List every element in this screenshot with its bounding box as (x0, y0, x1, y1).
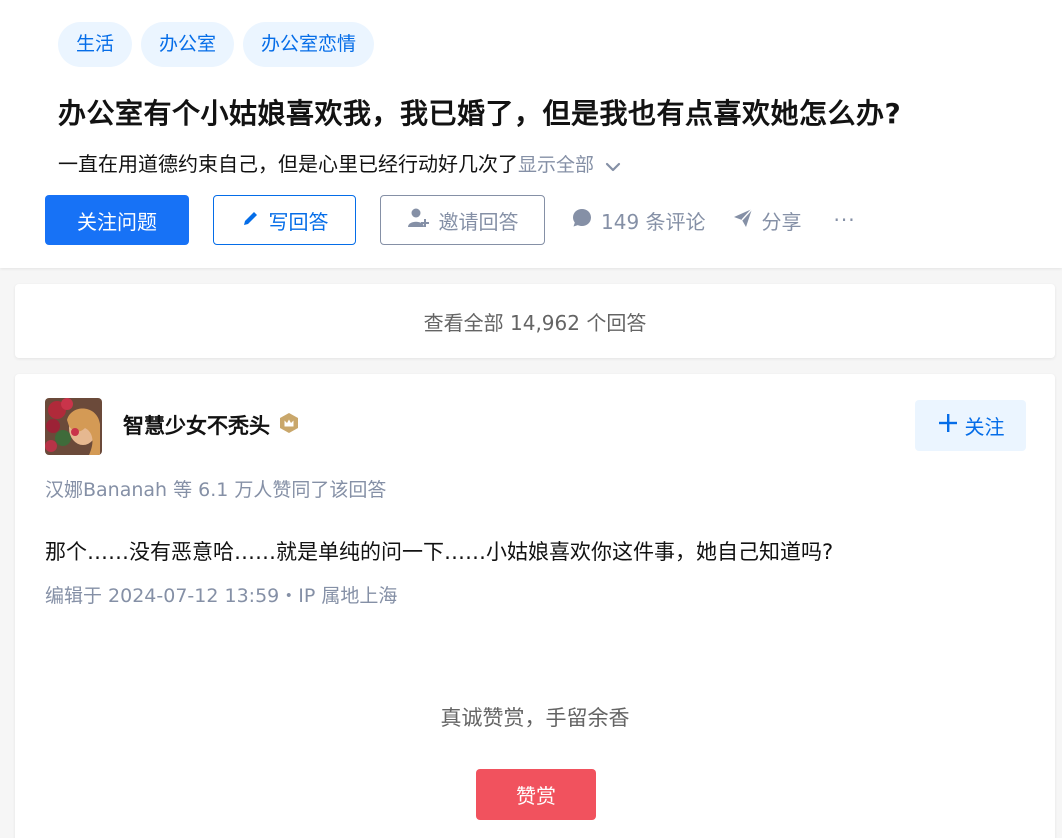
reward-button[interactable]: 赞赏 (476, 769, 596, 820)
topic-tag[interactable]: 办公室 (141, 22, 235, 67)
chevron-down-icon[interactable] (604, 154, 622, 178)
topic-tag[interactable]: 生活 (58, 22, 133, 67)
question-description: 一直在用道德约束自己，但是心里已经行动好几次了显示全部 (58, 148, 622, 178)
answer-card: 智慧少女不秃头 关注 汉娜Bananah 等 6.1 万人赞同了该回答 那个……… (15, 374, 1055, 838)
plus-icon (937, 412, 959, 439)
more-options-icon[interactable]: ··· (834, 208, 856, 232)
question-actions: 关注问题 写回答 邀请回答 149 条评论 分享 ··· (45, 195, 856, 245)
author-name-text: 智慧少女不秃头 (123, 414, 270, 438)
comments-button[interactable]: 149 条评论 (571, 206, 706, 235)
paper-plane-icon (732, 207, 754, 234)
question-title: 办公室有个小姑娘喜欢我，我已婚了，但是我也有点喜欢她怎么办? (58, 97, 902, 130)
topic-list: 生活 办公室 办公室恋情 (58, 22, 375, 67)
comment-bubble-icon (571, 207, 593, 234)
answer-meta: 编辑于 2024-07-12 13:59・IP 属地上海 (45, 585, 398, 607)
show-all-link[interactable]: 显示全部 (518, 154, 594, 176)
follow-question-button[interactable]: 关注问题 (45, 195, 189, 245)
follow-author-button[interactable]: 关注 (915, 400, 1026, 451)
share-label: 分享 (761, 209, 802, 234)
view-all-answers-link[interactable]: 查看全部 14,962 个回答 (15, 284, 1055, 358)
invite-answer-label: 邀请回答 (438, 209, 519, 234)
invite-answer-button[interactable]: 邀请回答 (380, 195, 545, 245)
invite-user-icon (407, 207, 431, 234)
write-answer-label: 写回答 (268, 209, 329, 234)
share-button[interactable]: 分享 (732, 206, 802, 235)
avatar[interactable] (45, 398, 102, 455)
pencil-icon (241, 208, 261, 233)
write-answer-button[interactable]: 写回答 (213, 195, 356, 245)
comments-label: 149 条评论 (601, 209, 706, 234)
reward-caption: 真诚赞赏，手留余香 (440, 706, 630, 730)
voters-summary[interactable]: 汉娜Bananah 等 6.1 万人赞同了该回答 (45, 475, 386, 502)
question-description-text: 一直在用道德约束自己，但是心里已经行动好几次了 (58, 152, 518, 176)
question-header: 生活 办公室 办公室恋情 办公室有个小姑娘喜欢我，我已婚了，但是我也有点喜欢她怎… (0, 0, 1062, 268)
author-name[interactable]: 智慧少女不秃头 (123, 410, 300, 440)
topic-tag[interactable]: 办公室恋情 (243, 22, 375, 67)
answer-content: 那个……没有恶意哈……就是单纯的问一下……小姑娘喜欢你这件事，她自己知道吗? (45, 540, 834, 564)
verified-badge-icon (278, 412, 300, 439)
follow-author-label: 关注 (964, 415, 1005, 439)
